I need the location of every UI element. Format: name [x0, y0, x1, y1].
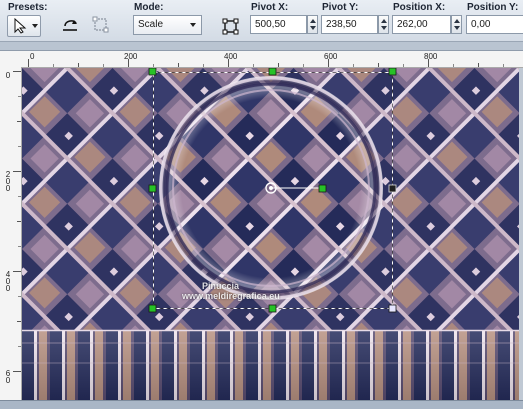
chevron-down-icon: [190, 23, 196, 27]
mode-select[interactable]: Scale: [133, 15, 202, 35]
horizontal-ruler[interactable]: 0 200 400 600 800: [0, 51, 523, 68]
image-canvas[interactable]: Pinuccia www.meldiregrafica.eu: [22, 68, 519, 400]
ruler-top-label: 800: [424, 52, 438, 61]
rotate-center-button[interactable]: [88, 13, 112, 35]
reset-button[interactable]: [57, 13, 83, 35]
document-tab-strip: [0, 42, 523, 51]
mode-label: Mode:: [134, 2, 164, 13]
presets-label: Presets:: [8, 2, 48, 13]
ruler-left-label: 2 0 0: [5, 170, 11, 193]
pivot-y-label: Pivot Y:: [322, 2, 359, 13]
ruler-top-label: 200: [124, 52, 138, 61]
ruler-ticks: [13, 71, 21, 372]
ruler-left-label: 0: [5, 71, 11, 80]
pick-tool-icon: [13, 17, 29, 34]
pivot-y-field[interactable]: 238,50: [321, 15, 378, 34]
ruler-top-label: 400: [224, 52, 238, 61]
chevron-down-icon: [32, 24, 38, 28]
transform-button[interactable]: [217, 13, 243, 37]
reset-icon: [61, 16, 79, 36]
ruler-ticks: [28, 59, 504, 67]
ruler-top-label: 600: [324, 52, 338, 61]
ruler-left-label: 6 0: [5, 369, 11, 385]
reflection-floor: [22, 329, 519, 400]
kaleidoscope-artwork: [22, 68, 519, 400]
position-y-label: Position Y:: [467, 2, 519, 13]
pivot-x-label: Pivot X:: [251, 2, 289, 13]
position-x-label: Position X:: [393, 2, 446, 13]
watermark: Pinuccia www.meldiregrafica.eu: [182, 281, 280, 301]
pivot-y-spinner[interactable]: [378, 15, 389, 34]
vertical-scrollbar[interactable]: [519, 68, 523, 400]
presets-dropdown[interactable]: [7, 15, 41, 37]
paint-shop-window: Presets: Mode: Scale Pivot X: 500,50 Piv…: [0, 0, 523, 409]
position-x-spinner[interactable]: [451, 15, 462, 34]
watermark-line2: www.meldiregrafica.eu: [182, 291, 280, 301]
vertical-ruler[interactable]: 0 2 0 0 4 0 0 6 0: [0, 67, 22, 400]
rotate-center-icon: [92, 16, 109, 36]
position-x-field[interactable]: 262,00: [392, 15, 451, 34]
ruler-left-label: 4 0 0: [5, 270, 11, 293]
pivot-x-field[interactable]: 500,50: [250, 15, 307, 34]
position-y-field[interactable]: 0,00: [466, 15, 523, 34]
tool-options-toolbar: Presets: Mode: Scale Pivot X: 500,50 Piv…: [0, 0, 523, 42]
transform-icon: [222, 18, 239, 38]
pivot-x-spinner[interactable]: [307, 15, 318, 34]
watermark-line1: Pinuccia: [202, 281, 240, 291]
status-bar: [0, 400, 523, 409]
ruler-top-label: 0: [30, 52, 35, 61]
mode-value: Scale: [138, 19, 164, 30]
